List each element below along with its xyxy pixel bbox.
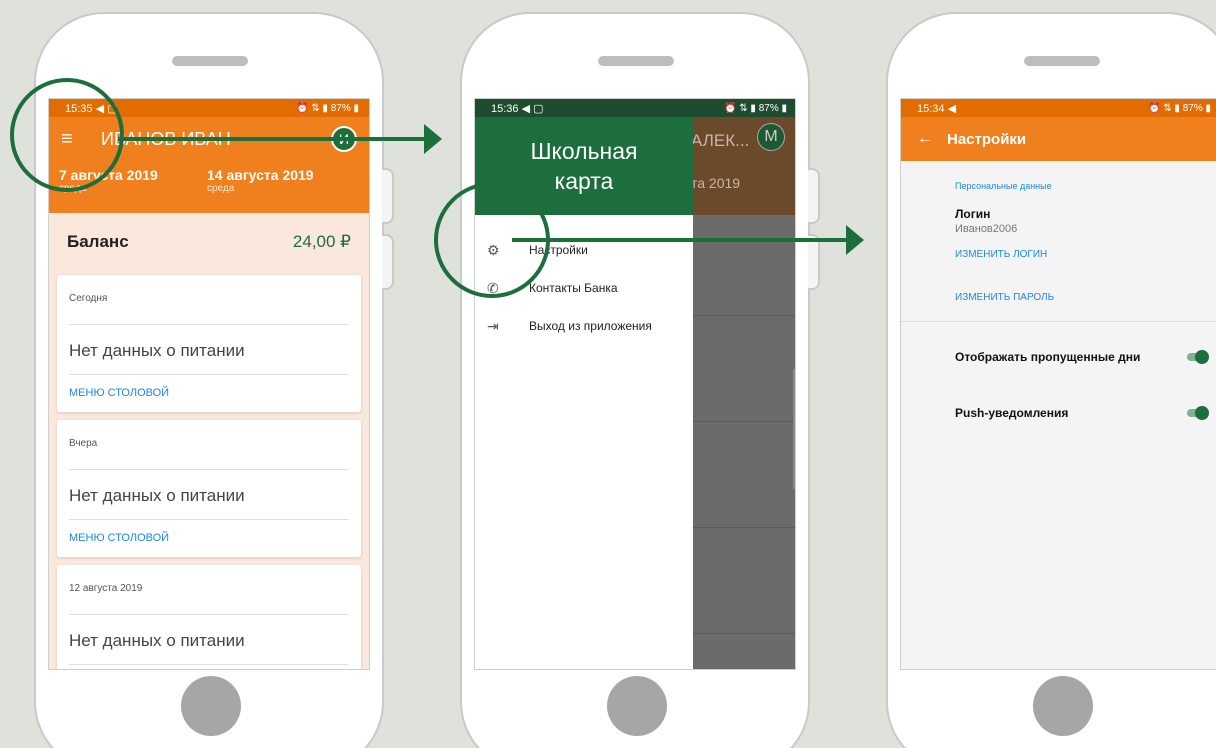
toggle-knob [1195,350,1209,364]
phone-side-button [808,234,820,290]
phone-speaker [1024,56,1100,66]
toggle-label: Отображать пропущенные дни [955,350,1141,364]
drawer-screen: 15:36 ◀ ▢ ⏰ ⇅ ▮ 87% ▮ АЛЕК... М та 2019 … [474,98,796,670]
phone-frame-drawer: 15:36 ◀ ▢ ⏰ ⇅ ▮ 87% ▮ АЛЕК... М та 2019 … [460,12,820,748]
section-header: Персональные данные [955,181,1052,191]
toggle-label: Push-уведомления [955,406,1069,420]
scrollbar[interactable] [793,369,795,489]
settings-screen: 15:34 ◀ ⏰ ⇅ ▮ 87% ▮ ← Настройки Персонал… [900,98,1216,670]
menu-item-label: Контакты Банка [529,281,618,295]
card-day: Вчера [69,420,349,470]
page-title: Настройки [947,130,1027,148]
change-login-button[interactable]: ИЗМЕНИТЬ ЛОГИН [955,249,1216,260]
date-label: 14 августа 2019 [207,167,314,183]
status-left-icons: ◀ [947,102,957,115]
meal-cards-list: Сегодня Нет данных о питании МЕНЮ СТОЛОВ… [49,271,369,669]
login-value: Иванов2006 [955,223,1018,235]
menu-item-exit[interactable]: ⇥ Выход из приложения [475,307,693,345]
meal-card: Вчера Нет данных о питании МЕНЮ СТОЛОВОЙ [57,420,361,557]
home-button [607,676,667,736]
drawer-title-line: карта [554,168,614,194]
arrow-head-icon [846,225,864,255]
meal-card: 12 августа 2019 Нет данных о питании [57,565,361,669]
phone-frame-settings: 15:34 ◀ ⏰ ⇅ ▮ 87% ▮ ← Настройки Персонал… [886,12,1216,748]
status-left-icons: ◀ ▢ [521,102,544,115]
status-time: 15:34 [917,102,945,115]
settings-body: Персональные данные Логин Иванов2006 ИЗМ… [901,161,1216,669]
card-status: Нет данных о питании [69,615,349,665]
weekday-label: среда [207,183,235,194]
back-arrow-icon[interactable]: ← [917,130,941,148]
balance-value: 24,00 ₽ [292,232,351,251]
status-bar: 15:36 ◀ ▢ ⏰ ⇅ ▮ 87% ▮ [475,99,795,117]
balance-row: Баланс 24,00 ₽ [49,213,369,271]
status-right-icons: ⏰ ⇅ ▮ 87% ▮ [1148,102,1211,114]
card-status: Нет данных о питании [69,470,349,520]
dimmed-app-bar: АЛЕК... М та 2019 [691,117,795,215]
meal-card: Сегодня Нет данных о питании МЕНЮ СТОЛОВ… [57,275,361,412]
arrow-head-icon [424,124,442,154]
arrow-to-drawer [118,137,426,141]
dimmed-title: АЛЕК... [691,131,750,150]
canteen-menu-link[interactable]: МЕНЮ СТОЛОВОЙ [69,375,349,399]
canteen-menu-link[interactable]: МЕНЮ СТОЛОВОЙ [69,520,349,544]
divider [693,421,795,422]
divider [901,321,1216,322]
home-button [1033,676,1093,736]
balance-label: Баланс [67,232,129,251]
date-tab-2[interactable]: 14 августа 2019 среда [207,167,355,213]
card-day: 12 августа 2019 [69,565,349,615]
missed-days-toggle[interactable] [1185,350,1209,364]
login-label: Логин [955,207,991,221]
card-status: Нет данных о питании [69,325,349,375]
phone-side-button [808,168,820,224]
status-bar: 15:34 ◀ ⏰ ⇅ ▮ 87% ▮ [901,99,1216,117]
arrow-to-settings [512,238,848,242]
toggle-row-missed-days: Отображать пропущенные дни [955,350,1216,364]
avatar: М [757,123,785,151]
drawer-title-line: Школьная [530,138,638,164]
status-right-icons: ⏰ ⇅ ▮ 87% ▮ [296,102,359,114]
exit-icon: ⇥ [487,317,499,334]
phone-side-button [382,234,394,290]
push-toggle[interactable] [1185,406,1209,420]
divider [693,633,795,634]
toggle-knob [1195,406,1209,420]
phone-side-button [382,168,394,224]
change-password-button[interactable]: ИЗМЕНИТЬ ПАРОЛЬ [955,292,1216,303]
status-time: 15:36 [491,102,519,115]
dimmed-date: та 2019 [691,175,741,191]
menu-item-label: Выход из приложения [529,319,652,333]
status-right-icons: ⏰ ⇅ ▮ 87% ▮ [724,102,787,114]
home-button [181,676,241,736]
highlight-circle-menu [10,78,124,192]
phone-speaker [598,56,674,66]
card-day: Сегодня [69,275,349,325]
divider [693,315,795,316]
app-bar: ← Настройки [901,117,1216,161]
divider [693,527,795,528]
phone-speaker [172,56,248,66]
toggle-row-push: Push-уведомления [955,406,1216,420]
